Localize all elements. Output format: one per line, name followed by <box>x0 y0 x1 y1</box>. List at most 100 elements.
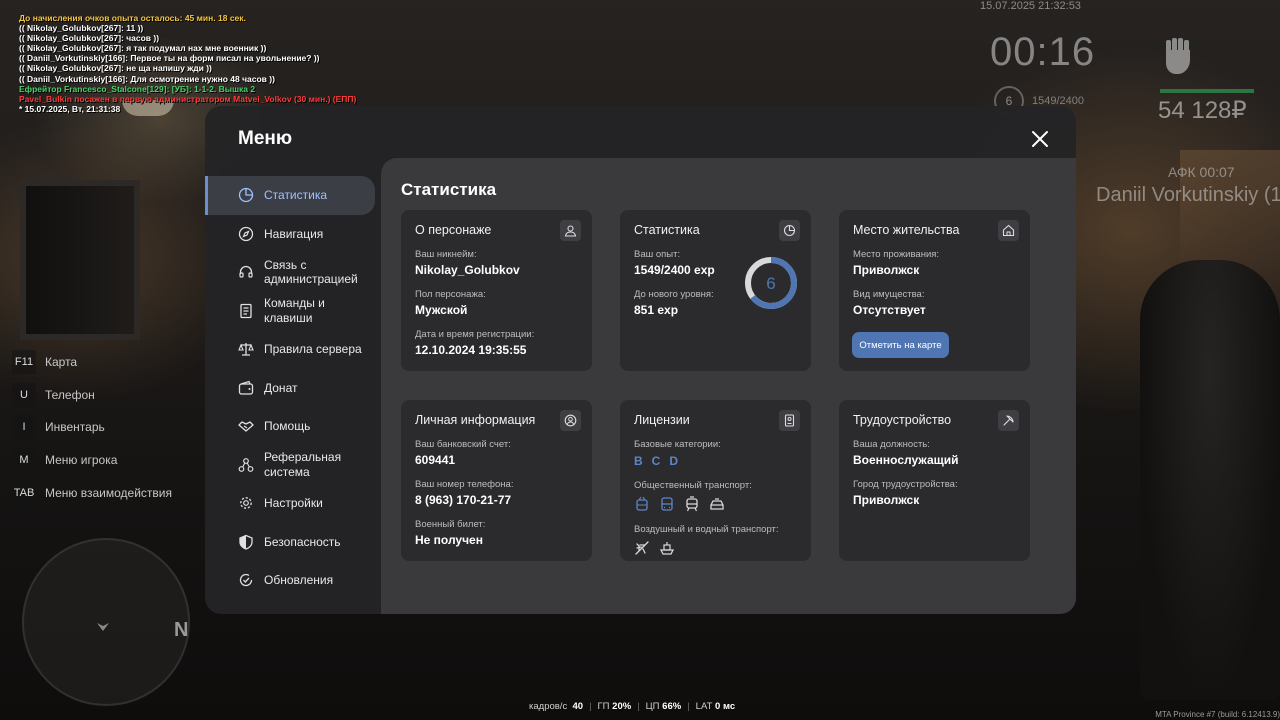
nav-item-commands[interactable]: Команды и клавиши <box>205 292 381 331</box>
field-label: Вид имущества: <box>853 289 925 300</box>
field-label: Ваш номер телефона: <box>415 479 514 490</box>
cpu-unit: % <box>672 701 682 712</box>
military-id-value: Не получен <box>415 533 483 547</box>
fps-label: кадров/с <box>529 701 568 712</box>
lat-label: LAT <box>695 701 713 712</box>
hotkey-player-menu[interactable]: M Меню игрока <box>12 444 172 477</box>
pie-chart-icon <box>779 220 800 241</box>
card-title: Статистика <box>634 223 700 237</box>
cpu-value: 66 <box>662 701 673 712</box>
performance-stats: кадров/с 40 | ГП 20% | ЦП 66% | LAT 0 мс <box>529 701 736 712</box>
nav-item-updates[interactable]: Обновления <box>205 561 381 600</box>
hotkey-inventory[interactable]: I Инвентарь <box>12 411 172 444</box>
fps-value: 40 <box>572 701 584 712</box>
scene-player-character <box>1140 260 1280 700</box>
hud-health-bar <box>1160 89 1254 93</box>
close-icon[interactable] <box>1031 130 1049 148</box>
user-icon <box>560 220 581 241</box>
hotkey-key: M <box>12 448 36 473</box>
nav-label: Статистика <box>264 188 328 202</box>
bus-icon <box>661 497 673 511</box>
pickaxe-icon <box>998 410 1019 431</box>
property-value: Отсутствует <box>853 303 926 317</box>
nav-item-statistics[interactable]: Статистика <box>205 176 375 215</box>
document-icon <box>240 303 252 318</box>
mark-on-map-button[interactable]: Отметить на карте <box>852 332 949 358</box>
nav-item-referral[interactable]: Реферальная система <box>205 446 381 485</box>
hotkey-map[interactable]: F11 Карта <box>12 346 172 379</box>
nav-label: Безопасность <box>264 534 341 549</box>
menu-title: Меню <box>238 128 293 149</box>
hud-afk: АФК 00:07 <box>1168 164 1235 180</box>
gpu-label: ГП <box>597 701 610 712</box>
field-label: Ваш банковский счет: <box>415 439 511 450</box>
nav-item-donate[interactable]: Донат <box>205 369 381 408</box>
bank-account-value: 609441 <box>415 453 456 467</box>
license-icon <box>779 410 800 431</box>
hotkey-phone[interactable]: U Телефон <box>12 379 172 412</box>
nav-label: Донат <box>264 380 298 395</box>
hotkey-label: Инвентарь <box>45 420 105 435</box>
hud-money: 54 128₽ <box>1158 97 1247 124</box>
card-title: Личная информация <box>415 413 536 427</box>
nav-label: Правила сервера <box>264 342 362 356</box>
card-employment: Трудоустройство Ваша должность: Военносл… <box>839 400 1030 561</box>
wallet-icon <box>238 380 254 395</box>
field-label: Пол персонажа: <box>415 289 486 300</box>
main-menu-window: Меню Статистика Навигация Связь с админи… <box>205 106 1076 614</box>
registration-value: 12.10.2024 19:35:55 <box>415 343 527 357</box>
field-label: Место проживания: <box>853 249 940 260</box>
nav-item-navigation[interactable]: Навигация <box>205 215 381 254</box>
field-label: Ваш никнейм: <box>415 249 477 260</box>
nav-item-help[interactable]: Помощь <box>205 407 381 446</box>
gpu-value: 20 <box>612 701 623 712</box>
hotkey-key: TAB <box>12 480 36 505</box>
field-label: Военный билет: <box>415 519 486 530</box>
gpu-unit: % <box>622 701 632 712</box>
tram-icon <box>686 496 698 512</box>
lat-unit: мс <box>722 701 736 712</box>
field-label: Ваша должность: <box>853 439 930 450</box>
taxi-icon <box>710 498 724 510</box>
scales-icon <box>238 343 254 356</box>
nav-item-settings[interactable]: Настройки <box>205 484 381 523</box>
player-arrow-icon <box>97 623 109 631</box>
hud-datetime: 15.07.2025 21:32:53 <box>980 0 1081 12</box>
level-value: 6 <box>766 274 775 293</box>
field-label: Воздушный и водный транспорт: <box>634 524 779 535</box>
license-categories: B C D <box>634 454 797 468</box>
hotkey-label: Телефон <box>45 387 95 402</box>
work-city-value: Приволжск <box>853 493 920 507</box>
nav-label: Помощь <box>264 419 311 433</box>
gear-icon <box>240 497 252 510</box>
content-title: Статистика <box>401 180 497 199</box>
license-category: C <box>651 454 661 468</box>
update-icon <box>239 574 253 587</box>
gender-value: Мужской <box>415 303 468 317</box>
shield-icon <box>239 534 253 550</box>
handshake-icon <box>238 421 254 432</box>
chat-line: Pavel_Bulkin посажен в первую администра… <box>19 93 357 104</box>
nav-item-security[interactable]: Безопасность <box>205 523 381 562</box>
build-info: MTA Province #7 (build: 6.12413.9) <box>1155 710 1280 719</box>
chat-line: Ефрейтор Francesco_Stalcone[129]: [УБ]: … <box>19 83 256 94</box>
nav-item-admin-contact[interactable]: Связь с администрацией <box>205 253 381 292</box>
minimap-north-marker: N <box>174 619 189 641</box>
user-circle-icon <box>560 410 581 431</box>
phone-value: 8 (963) 170-21-77 <box>415 493 512 507</box>
card-title: О персонаже <box>415 223 492 237</box>
chat-line: (( Nikolay_Golubkov[267]: часов )) <box>19 33 160 44</box>
fist-icon <box>1166 38 1190 74</box>
boat-icon <box>659 542 675 555</box>
chat-line: (( Nikolay_Golubkov[267]: не ща напишу ж… <box>19 63 212 74</box>
hotkey-label: Меню игрока <box>45 453 118 468</box>
hotkey-key: I <box>12 415 36 440</box>
hud-timer: 00:16 <box>990 30 1096 74</box>
hotkey-list: F11 Карта U Телефон I Инвентарь M Меню игрок… <box>12 346 172 509</box>
field-label: Общественный транспорт: <box>634 480 752 491</box>
license-category: D <box>669 454 679 468</box>
nav-item-rules[interactable]: Правила сервера <box>205 330 381 369</box>
card-title: Лицензии <box>634 413 690 427</box>
hotkey-interaction-menu[interactable]: TAB Меню взаимодействия <box>12 476 172 509</box>
nickname-value: Nikolay_Golubkov <box>415 263 520 277</box>
